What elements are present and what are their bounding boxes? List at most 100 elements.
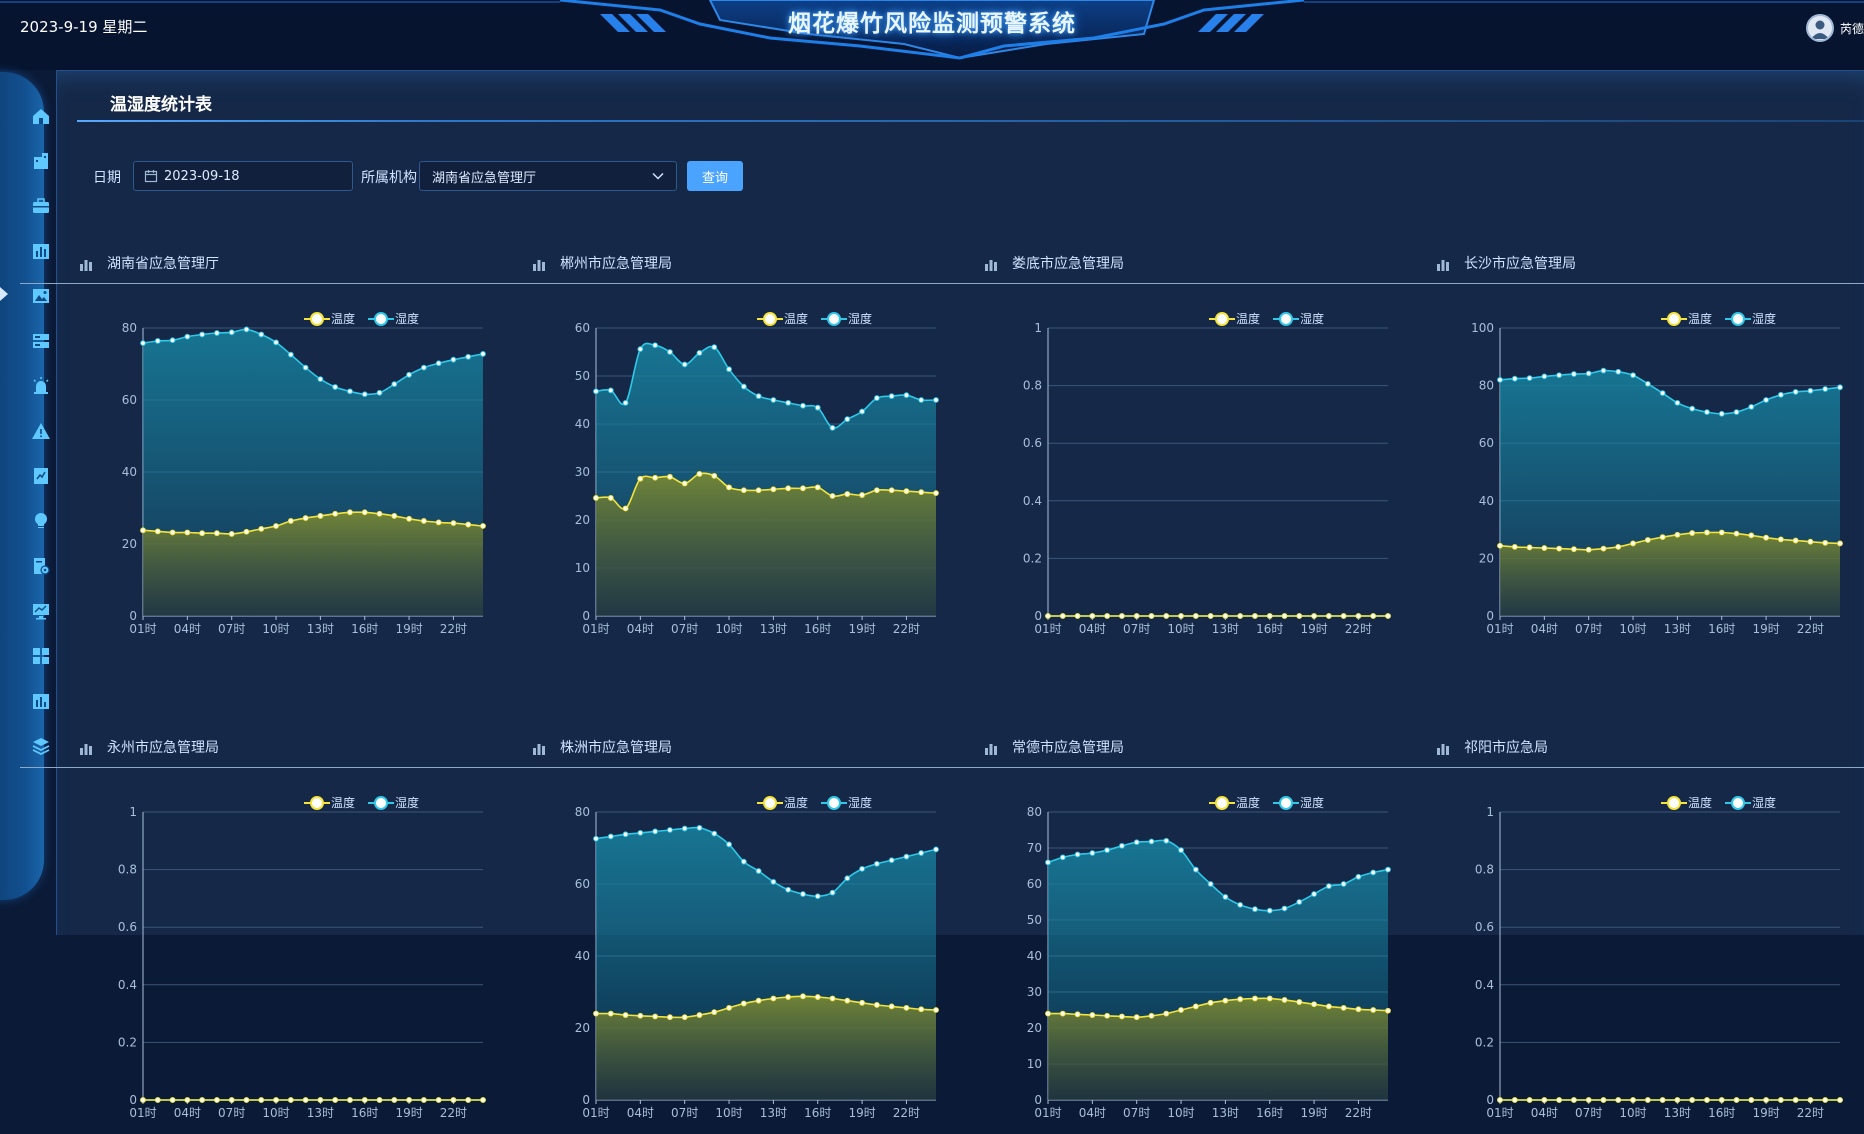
temperature-point[interactable] <box>874 1003 879 1008</box>
temperature-point[interactable] <box>1719 530 1724 535</box>
sidebar-item-stats[interactable] <box>30 690 52 712</box>
humidity-point[interactable] <box>1341 882 1346 887</box>
temperature-point[interactable] <box>801 994 806 999</box>
legend-humidity[interactable]: 湿度 <box>821 795 872 810</box>
sidebar-item-briefcase[interactable] <box>30 195 52 217</box>
sidebar-item-alarm[interactable] <box>30 375 52 397</box>
humidity-point[interactable] <box>377 390 382 395</box>
user-name[interactable]: 芮德宝 <box>1840 20 1864 37</box>
humidity-point[interactable] <box>1527 376 1532 381</box>
temperature-point[interactable] <box>1734 1098 1739 1103</box>
humidity-point[interactable] <box>594 389 599 394</box>
temperature-point[interactable] <box>481 1098 486 1103</box>
humidity-point[interactable] <box>392 382 397 387</box>
humidity-point[interactable] <box>1823 387 1828 392</box>
humidity-point[interactable] <box>741 384 746 389</box>
temperature-point[interactable] <box>1282 998 1287 1003</box>
humidity-point[interactable] <box>904 393 909 398</box>
temperature-point[interactable] <box>1778 1098 1783 1103</box>
temperature-point[interactable] <box>1793 538 1798 543</box>
legend-temperature[interactable]: 温度 <box>1209 311 1260 326</box>
humidity-point[interactable] <box>451 357 456 362</box>
humidity-point[interactable] <box>407 372 412 377</box>
humidity-point[interactable] <box>682 826 687 831</box>
temperature-point[interactable] <box>333 1098 338 1103</box>
temperature-point[interactable] <box>185 530 190 535</box>
temperature-point[interactable] <box>1705 530 1710 535</box>
humidity-point[interactable] <box>1601 368 1606 373</box>
humidity-point[interactable] <box>1778 392 1783 397</box>
temperature-point[interactable] <box>1371 614 1376 619</box>
query-button[interactable]: 查询 <box>687 161 743 191</box>
humidity-point[interactable] <box>436 361 441 366</box>
temperature-point[interactable] <box>377 1098 382 1103</box>
temperature-point[interactable] <box>1282 614 1287 619</box>
temperature-point[interactable] <box>1060 614 1065 619</box>
temperature-point[interactable] <box>1253 996 1258 1001</box>
humidity-point[interactable] <box>712 831 717 836</box>
temperature-point[interactable] <box>155 529 160 534</box>
temperature-point[interactable] <box>215 1098 220 1103</box>
temperature-point[interactable] <box>1341 614 1346 619</box>
humidity-point[interactable] <box>288 352 293 357</box>
humidity-point[interactable] <box>1371 870 1376 875</box>
humidity-point[interactable] <box>1297 900 1302 905</box>
temperature-point[interactable] <box>786 486 791 491</box>
temperature-point[interactable] <box>1371 1008 1376 1013</box>
temperature-point[interactable] <box>1586 547 1591 552</box>
humidity-point[interactable] <box>727 367 732 372</box>
temperature-point[interactable] <box>1838 1098 1843 1103</box>
humidity-point[interactable] <box>934 847 939 852</box>
humidity-point[interactable] <box>874 396 879 401</box>
chart-legend[interactable]: 温度湿度 <box>757 311 872 326</box>
temperature-point[interactable] <box>1601 1098 1606 1103</box>
temperature-point[interactable] <box>1193 614 1198 619</box>
humidity-point[interactable] <box>697 825 702 830</box>
temperature-point[interactable] <box>594 496 599 501</box>
legend-humidity[interactable]: 湿度 <box>1273 311 1324 326</box>
temperature-point[interactable] <box>1046 1011 1051 1016</box>
sidebar-item-layers[interactable] <box>30 735 52 757</box>
temperature-point[interactable] <box>741 488 746 493</box>
temperature-point[interactable] <box>318 1098 323 1103</box>
humidity-point[interactable] <box>904 854 909 859</box>
temperature-point[interactable] <box>1253 614 1258 619</box>
temperature-point[interactable] <box>845 998 850 1003</box>
humidity-point[interactable] <box>1557 373 1562 378</box>
temperature-point[interactable] <box>155 1098 160 1103</box>
temperature-point[interactable] <box>466 1098 471 1103</box>
temperature-point[interactable] <box>1075 614 1080 619</box>
temperature-point[interactable] <box>1223 998 1228 1003</box>
temperature-point[interactable] <box>801 486 806 491</box>
chart-legend[interactable]: 温度湿度 <box>1661 311 1776 326</box>
temperature-point[interactable] <box>407 1098 412 1103</box>
chart-legend[interactable]: 温度湿度 <box>1661 795 1776 810</box>
temperature-point[interactable] <box>481 524 486 529</box>
humidity-point[interactable] <box>1134 840 1139 845</box>
humidity-point[interactable] <box>1120 843 1125 848</box>
legend-temperature[interactable]: 温度 <box>304 311 355 326</box>
temperature-point[interactable] <box>200 531 205 536</box>
org-select[interactable]: 湖南省应急管理厅 <box>419 161 677 191</box>
temperature-point[interactable] <box>1498 543 1503 548</box>
humidity-point[interactable] <box>1616 369 1621 374</box>
temperature-point[interactable] <box>1690 531 1695 536</box>
temperature-point[interactable] <box>303 1098 308 1103</box>
temperature-point[interactable] <box>407 516 412 521</box>
sidebar-item-bulb[interactable] <box>30 510 52 532</box>
humidity-point[interactable] <box>1586 371 1591 376</box>
temperature-point[interactable] <box>1764 535 1769 540</box>
humidity-point[interactable] <box>815 405 820 410</box>
humidity-point[interactable] <box>608 834 613 839</box>
humidity-point[interactable] <box>1719 411 1724 416</box>
temperature-point[interactable] <box>608 1011 613 1016</box>
humidity-point[interactable] <box>697 351 702 356</box>
temperature-point[interactable] <box>1586 1098 1591 1103</box>
temperature-point[interactable] <box>274 1098 279 1103</box>
humidity-point[interactable] <box>1734 410 1739 415</box>
humidity-point[interactable] <box>1223 895 1228 900</box>
humidity-point[interactable] <box>1208 882 1213 887</box>
temperature-point[interactable] <box>1297 614 1302 619</box>
temperature-point[interactable] <box>594 1011 599 1016</box>
temperature-point[interactable] <box>1572 1098 1577 1103</box>
